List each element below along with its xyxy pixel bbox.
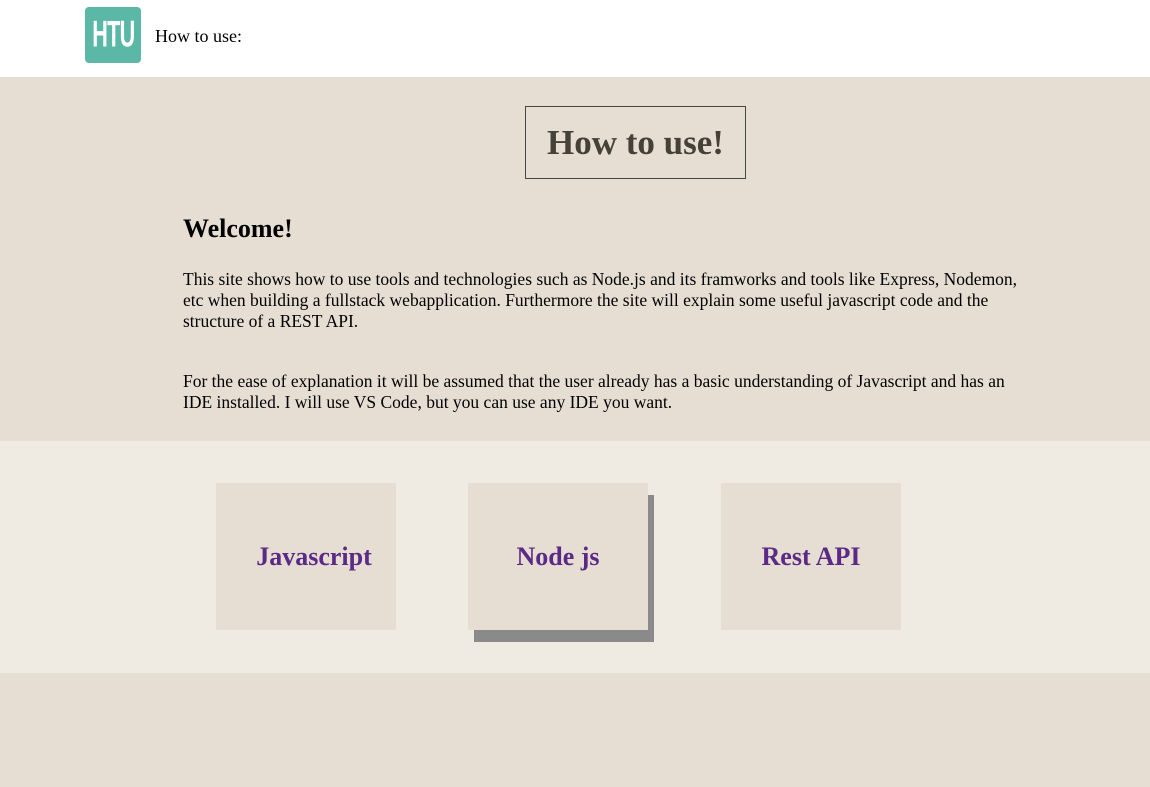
intro-paragraph-1: This site shows how to use tools and tec… bbox=[183, 269, 1018, 331]
card-javascript[interactable]: Javascript bbox=[216, 483, 396, 630]
footer-band bbox=[0, 673, 1150, 787]
htu-logo[interactable]: HTU bbox=[85, 7, 141, 63]
page-title-box: How to use! bbox=[525, 106, 746, 179]
site-header: HTU How to use: bbox=[0, 0, 1150, 77]
card-rest-api-link[interactable]: Rest API bbox=[762, 542, 861, 572]
card-node-js-link[interactable]: Node js bbox=[516, 542, 599, 572]
header-title: How to use: bbox=[155, 26, 242, 46]
page-title: How to use! bbox=[547, 122, 724, 162]
welcome-heading: Welcome! bbox=[183, 214, 293, 243]
intro-section: How to use! Welcome! This site shows how… bbox=[0, 77, 1150, 441]
card-rest-api[interactable]: Rest API bbox=[721, 483, 901, 630]
logo-text: HTU bbox=[91, 13, 135, 55]
topic-cards-section: Javascript Node js Rest API bbox=[0, 441, 1150, 673]
card-node-js[interactable]: Node js bbox=[468, 483, 648, 630]
intro-paragraph-2: For the ease of explanation it will be a… bbox=[183, 371, 1005, 412]
card-javascript-link[interactable]: Javascript bbox=[256, 542, 372, 572]
